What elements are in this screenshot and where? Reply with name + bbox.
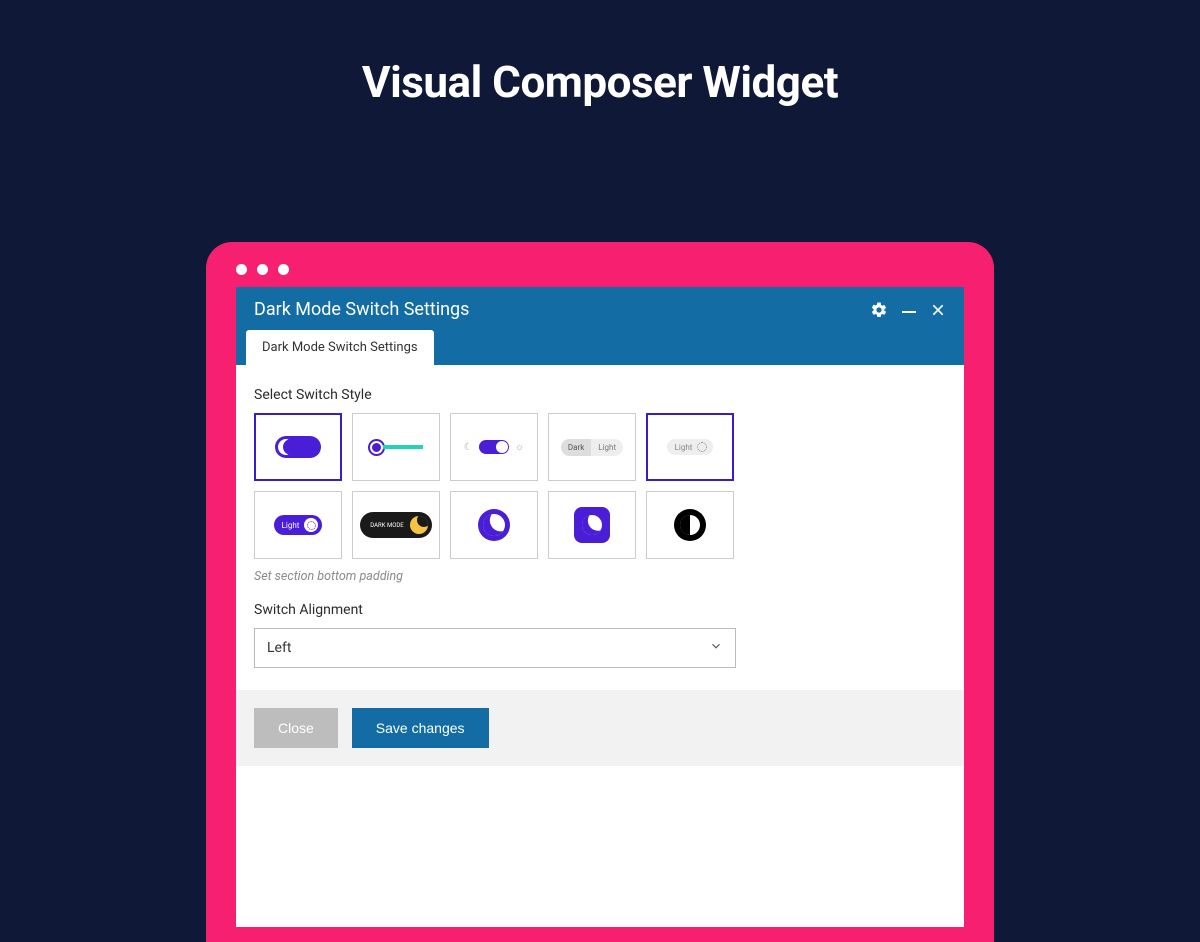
switch-style-option-8[interactable] <box>450 491 538 559</box>
toggle-with-icons: ☾☼ <box>464 440 524 454</box>
switch-style-option-10[interactable] <box>646 491 734 559</box>
switch-style-option-6[interactable]: Light <box>254 491 342 559</box>
switch-style-option-9[interactable] <box>548 491 636 559</box>
minimize-icon[interactable] <box>902 300 916 319</box>
switch-style-option-4[interactable]: DarkLight <box>548 413 636 481</box>
modal-tabs: Dark Mode Switch Settings <box>236 330 964 365</box>
switch-style-option-2[interactable] <box>352 413 440 481</box>
switch-style-option-3[interactable]: ☾☼ <box>450 413 538 481</box>
alignment-select[interactable]: Left <box>254 628 736 668</box>
alignment-field-label: Switch Alignment <box>254 602 946 618</box>
modal-footer: Close Save changes <box>236 690 964 766</box>
alignment-value: Left <box>267 640 291 656</box>
modal-title: Dark Mode Switch Settings <box>254 299 469 320</box>
dark-mode-pill-icon: DARK MODE <box>360 512 431 538</box>
modal-body: Select Switch Style ☾☼ DarkLight <box>236 365 964 668</box>
light-purple-pill-icon: Light <box>274 515 323 535</box>
light-pill-icon: Light <box>667 439 714 455</box>
style-row-2: Light DARK MODE <box>254 491 946 559</box>
toggle-pill-icon <box>275 436 321 458</box>
switch-style-option-7[interactable]: DARK MODE <box>352 491 440 559</box>
window-dot-icon <box>257 264 268 275</box>
segmented-dark-light: DarkLight <box>561 439 623 456</box>
page-title: Visual Composer Widget <box>0 56 1200 108</box>
moon-square-icon <box>574 507 610 543</box>
close-icon[interactable] <box>930 302 946 318</box>
style-field-hint: Set section bottom padding <box>254 569 946 584</box>
switch-style-option-1[interactable] <box>254 413 342 481</box>
moon-circle-icon <box>478 509 510 541</box>
style-row-1: ☾☼ DarkLight Light <box>254 413 946 481</box>
window-dot-icon <box>278 264 289 275</box>
window-controls <box>206 242 994 287</box>
slider-icon <box>370 441 423 454</box>
contrast-circle-icon <box>674 509 706 541</box>
switch-style-option-5[interactable]: Light <box>646 413 734 481</box>
modal-header: Dark Mode Switch Settings Dark Mode Swit… <box>236 287 964 365</box>
gear-icon[interactable] <box>870 301 888 319</box>
save-button[interactable]: Save changes <box>352 708 489 748</box>
tab-settings[interactable]: Dark Mode Switch Settings <box>246 330 434 365</box>
browser-viewport: Dark Mode Switch Settings Dark Mode Swit… <box>236 287 964 927</box>
style-field-label: Select Switch Style <box>254 387 946 403</box>
close-button[interactable]: Close <box>254 708 338 748</box>
settings-modal: Dark Mode Switch Settings Dark Mode Swit… <box>236 287 964 766</box>
chevron-down-icon <box>709 639 723 657</box>
window-dot-icon <box>236 264 247 275</box>
browser-frame: Dark Mode Switch Settings Dark Mode Swit… <box>206 242 994 942</box>
